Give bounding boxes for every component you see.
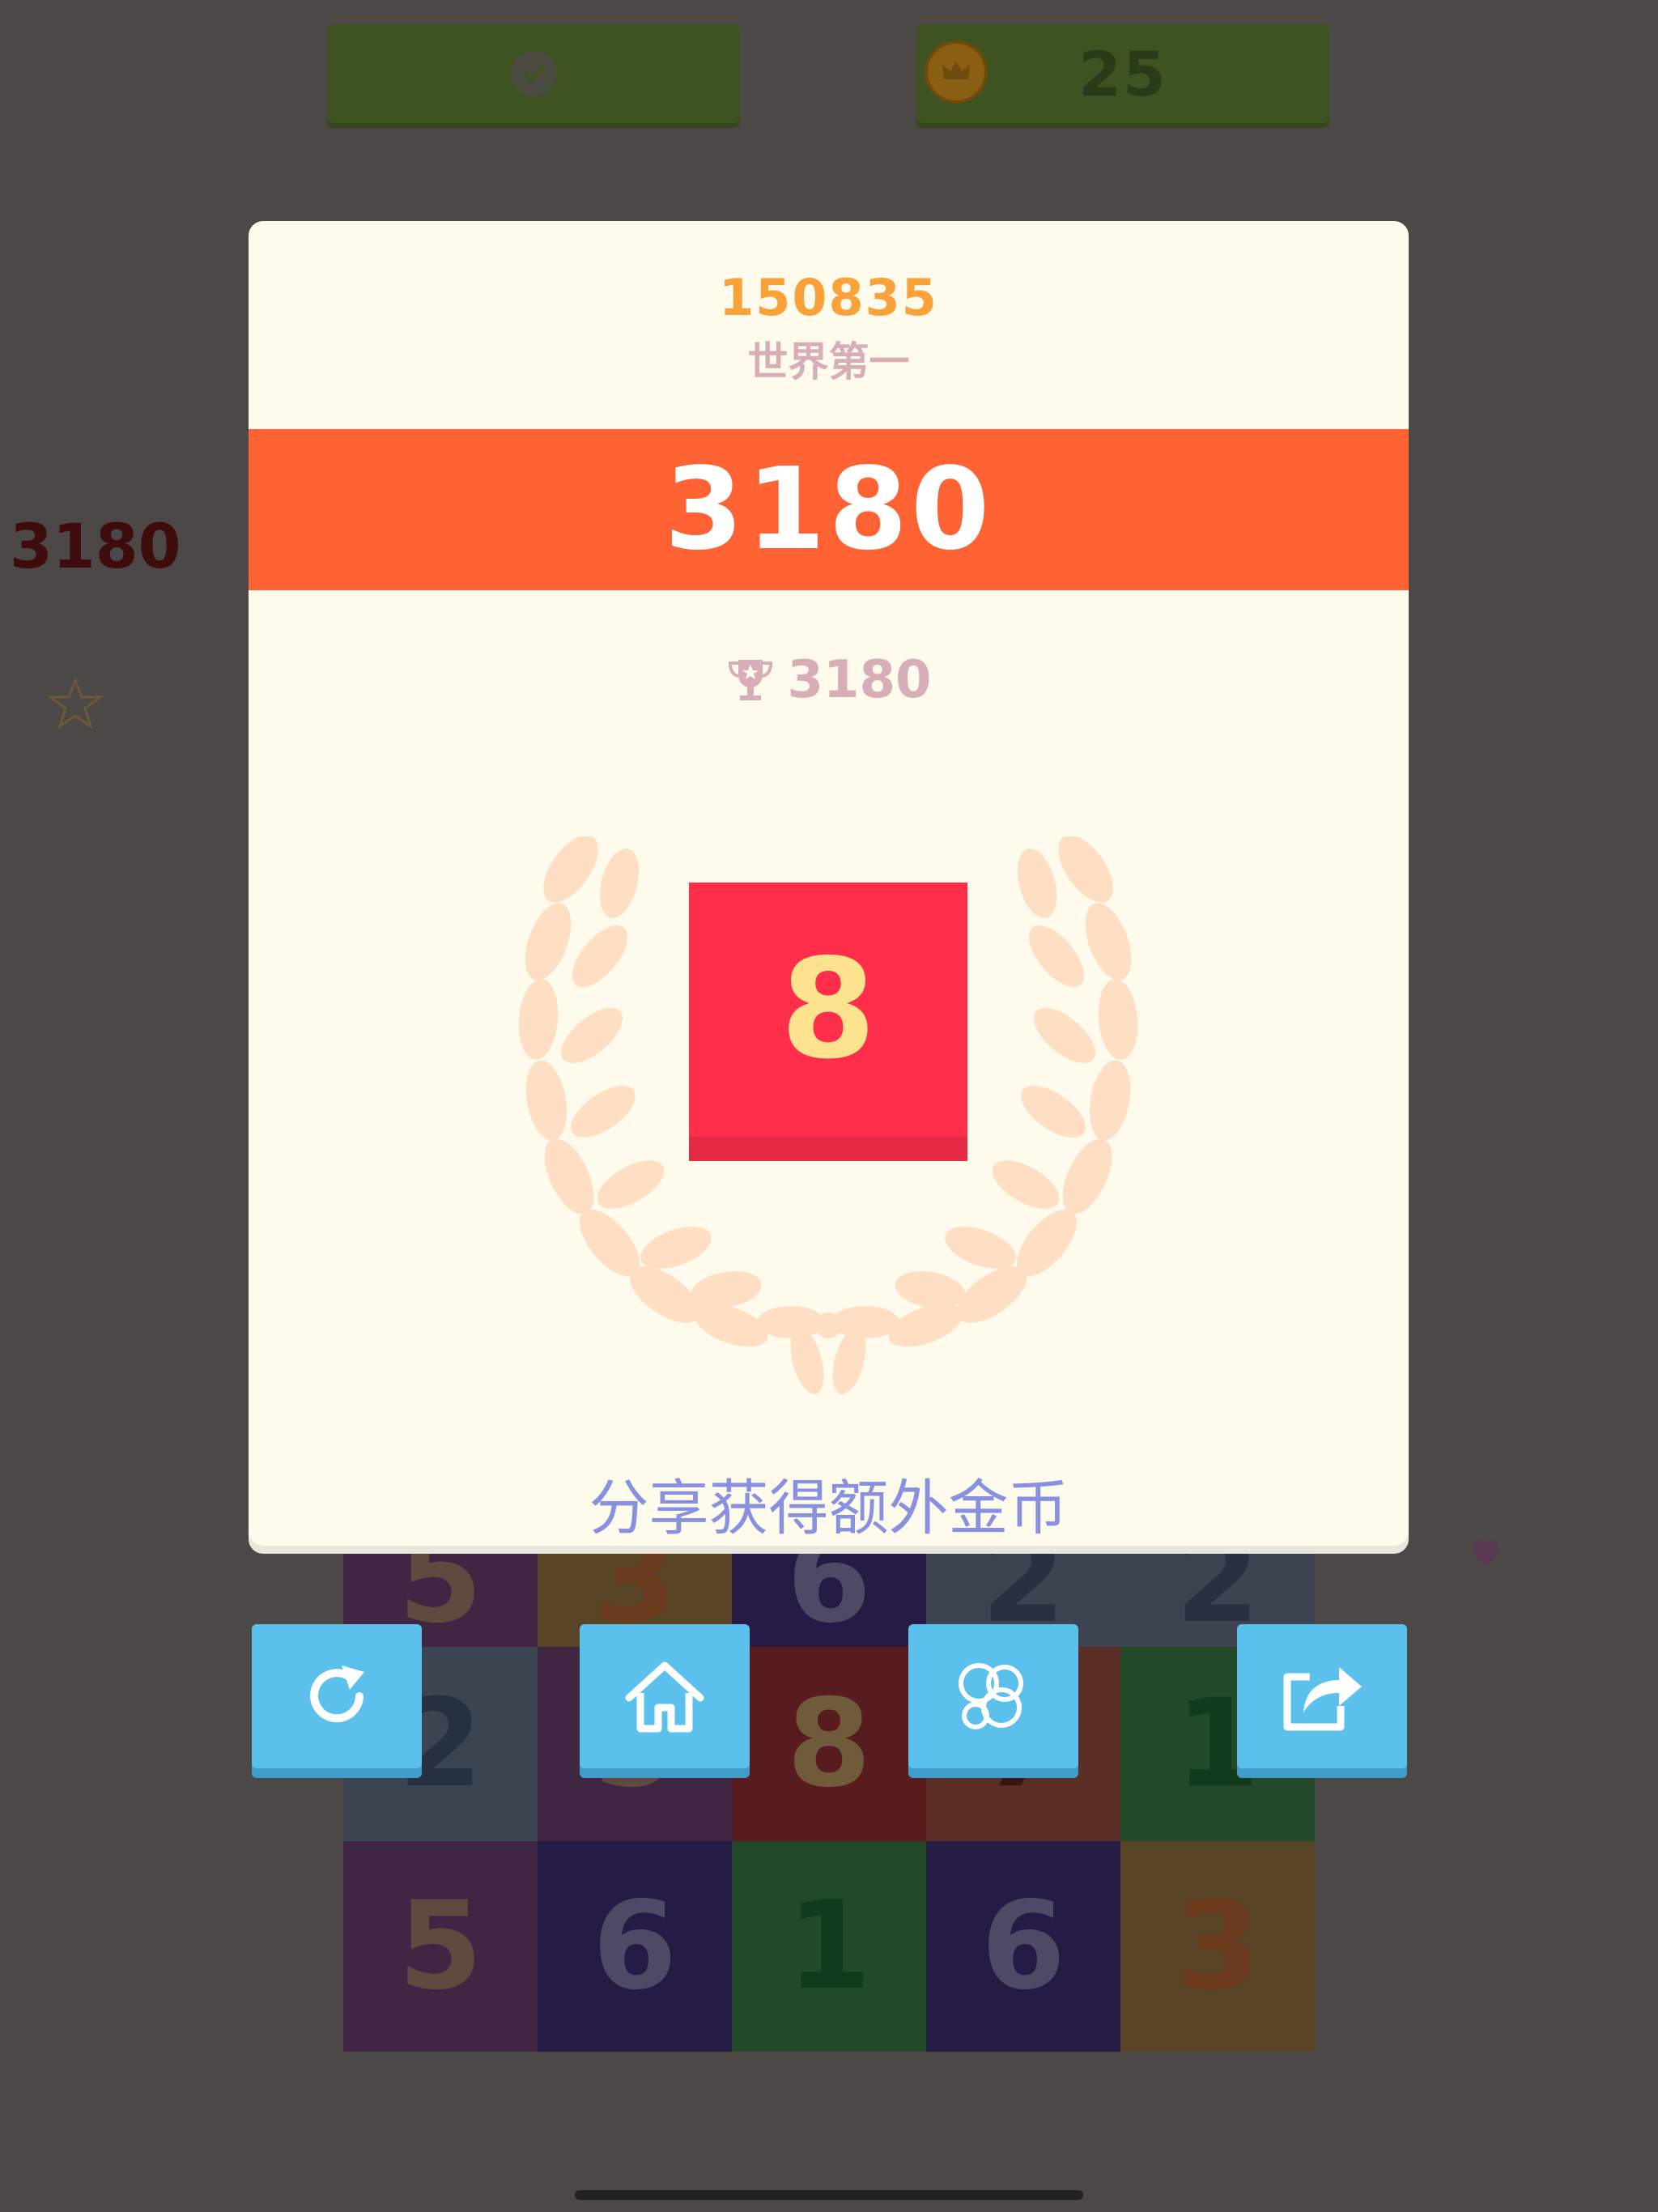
- restart-icon: [310, 1665, 364, 1723]
- board-tile[interactable]: 5: [343, 1841, 538, 2052]
- board-tile[interactable]: 8: [732, 1647, 926, 1841]
- board-tile[interactable]: 6: [926, 1841, 1120, 2052]
- game-center-icon: [959, 1663, 1023, 1729]
- rank-label: 世界第一: [747, 338, 910, 385]
- game-center-button[interactable]: [908, 1624, 1078, 1768]
- personal-best-row: 3180: [249, 650, 1409, 710]
- confirm-button[interactable]: [327, 24, 740, 123]
- board-tile[interactable]: 6: [538, 1841, 732, 2052]
- heart-icon: [1472, 1539, 1499, 1566]
- world-best-score: 150835: [719, 268, 938, 327]
- highest-tile-value: 8: [780, 929, 877, 1090]
- star-icon: [47, 677, 104, 730]
- restart-button[interactable]: [252, 1624, 422, 1768]
- trophy-icon: [729, 660, 773, 700]
- share-reward-link[interactable]: 分享获得额外金币: [249, 1460, 1409, 1546]
- highest-tile: 8: [689, 883, 967, 1161]
- check-icon: [511, 51, 556, 96]
- board-tile[interactable]: 1: [732, 1841, 926, 2052]
- home-button[interactable]: [580, 1624, 750, 1768]
- final-score: 3180: [664, 444, 993, 576]
- share-icon: [1283, 1667, 1362, 1731]
- side-score: 3180: [10, 510, 181, 582]
- game-board: 536222587156163: [343, 1509, 1315, 2052]
- game-over-dialog: 150835 世界第一 3180 3180 8 分享获得额外金币: [249, 221, 1409, 1546]
- board-tile[interactable]: 3: [1120, 1841, 1315, 2052]
- home-indicator: [575, 2190, 1083, 2200]
- personal-best: 3180: [787, 650, 932, 710]
- score-banner: 3180: [249, 429, 1409, 590]
- coin-count: 25: [1078, 37, 1167, 110]
- coin-counter[interactable]: 25: [916, 24, 1329, 123]
- share-button[interactable]: [1237, 1624, 1407, 1768]
- crown-coin-icon: [925, 40, 988, 104]
- home-icon: [625, 1661, 704, 1733]
